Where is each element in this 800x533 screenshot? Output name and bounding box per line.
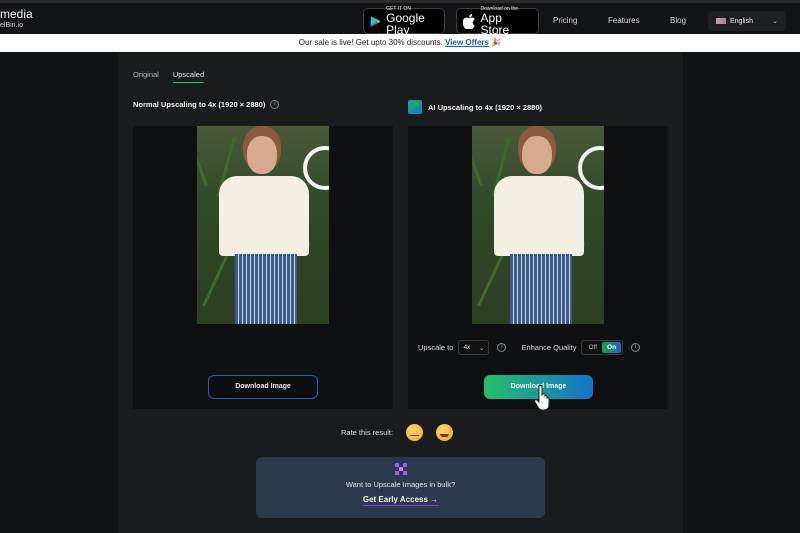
app-store-button[interactable]: Download on the App Store bbox=[456, 6, 539, 37]
upscale-factor-select[interactable]: 4x ⌄ bbox=[458, 340, 490, 355]
bulk-upscale-card: Want to Upscale Images in bulk? Get Earl… bbox=[256, 457, 545, 518]
enhance-quality-label: Enhance Quality bbox=[521, 343, 577, 352]
toggle-off-option[interactable]: Off bbox=[583, 342, 602, 353]
hand-pointer-cursor-icon bbox=[534, 384, 550, 410]
language-label: English bbox=[730, 17, 753, 25]
apple-icon bbox=[463, 13, 475, 29]
toggle-on-option[interactable]: On bbox=[602, 342, 622, 353]
get-early-access-link[interactable]: Get Early Access → bbox=[362, 495, 439, 506]
enhance-quality-toggle[interactable]: Off On bbox=[581, 340, 624, 355]
normal-result-card: Download Image bbox=[133, 126, 393, 409]
ai-upscale-title: AI Upscaling to 4x (1920 × 2880) bbox=[408, 99, 543, 114]
info-icon[interactable]: i bbox=[270, 100, 280, 109]
party-icon: 🎉 bbox=[491, 38, 502, 47]
brand-name: media bbox=[0, 7, 33, 21]
sale-banner: Our sale is live! Get upto 30% discounts… bbox=[0, 34, 800, 52]
bulk-question: Want to Upscale Images in bulk? bbox=[345, 480, 456, 489]
language-selector[interactable]: English ⌄ bbox=[708, 11, 786, 31]
info-icon[interactable]: i bbox=[497, 343, 507, 352]
tab-upscaled[interactable]: Upscaled bbox=[172, 70, 205, 83]
sale-text: Our sale is live! Get upto 30% discounts… bbox=[298, 38, 443, 47]
ai-controls: Upscale to 4x ⌄ i Enhance Quality Off On… bbox=[418, 340, 641, 355]
uk-flag-icon bbox=[716, 18, 726, 24]
tab-original[interactable]: Original bbox=[133, 70, 159, 83]
ai-upscale-title-text: AI Upscaling to 4x (1920 × 2880) bbox=[428, 102, 543, 112]
normal-upscale-title: Normal Upscaling to 4x (1920 × 2880) i bbox=[133, 100, 280, 109]
chevron-down-icon: ⌄ bbox=[772, 18, 778, 25]
result-panel: Original Upscaled Normal Upscaling to 4x… bbox=[118, 52, 683, 533]
arrow-right-icon: → bbox=[430, 495, 439, 504]
normal-upscaled-image bbox=[197, 126, 329, 324]
app-store-big-text: App Store bbox=[480, 11, 510, 37]
top-nav-bar: media elBin.io GET IT ON Google Play Dow… bbox=[0, 0, 800, 37]
ai-upscale-icon bbox=[408, 99, 422, 114]
google-play-icon bbox=[370, 15, 381, 27]
normal-download-button[interactable]: Download Image bbox=[208, 375, 318, 399]
view-offers-link[interactable]: View Offers bbox=[445, 38, 489, 47]
unamused-face-icon[interactable] bbox=[406, 424, 424, 441]
ai-upscaled-image bbox=[472, 126, 604, 324]
grid-pattern-icon bbox=[394, 463, 407, 475]
chevron-down-icon: ⌄ bbox=[478, 344, 485, 352]
google-play-button[interactable]: GET IT ON Google Play bbox=[363, 6, 445, 37]
nav-features[interactable]: Features bbox=[608, 16, 640, 25]
brand-subtitle: elBin.io bbox=[0, 22, 23, 29]
rate-label: Rate this result: bbox=[341, 428, 394, 437]
upscale-to-label: Upscale to bbox=[418, 343, 454, 352]
normal-upscale-title-text: Normal Upscaling to 4x (1920 × 2880) bbox=[133, 100, 266, 109]
nav-pricing[interactable]: Pricing bbox=[553, 16, 577, 25]
get-early-access-label: Get Early Access bbox=[362, 495, 428, 504]
grinning-face-icon[interactable] bbox=[436, 424, 454, 441]
info-icon[interactable]: i bbox=[631, 343, 641, 352]
brand-logo[interactable]: media elBin.io bbox=[0, 8, 33, 30]
google-play-big-text: Google Play bbox=[386, 11, 425, 37]
upscale-factor-value: 4x bbox=[463, 344, 471, 351]
rating-row: Rate this result: bbox=[341, 424, 454, 441]
ai-result-card: Download Image bbox=[408, 126, 668, 409]
view-tabs: Original Upscaled bbox=[133, 70, 205, 83]
nav-blog[interactable]: Blog bbox=[670, 16, 686, 25]
